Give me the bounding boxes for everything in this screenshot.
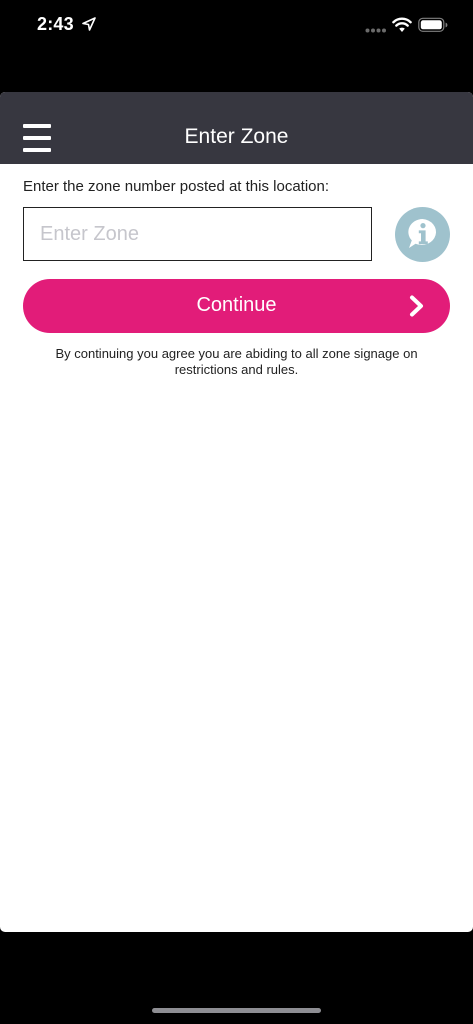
status-time: 2:43 [37,14,74,34]
continue-button[interactable]: Continue [23,279,450,333]
location-arrow-icon [82,17,96,31]
continue-label: Continue [196,294,277,316]
zone-prompt-label: Enter the zone number posted at this loc… [23,178,330,195]
cellular-signal-icon [365,28,386,33]
home-indicator[interactable] [152,1008,321,1013]
status-bar: 2:43 [0,0,473,52]
nav-bar: Enter Zone [0,92,473,164]
zone-input[interactable] [23,207,372,261]
chevron-right-icon [410,295,423,317]
app-card: Enter Zone Enter the zone number posted … [0,92,473,932]
disclaimer-text: By continuing you agree you are abiding … [55,346,418,377]
page-title: Enter Zone [184,125,289,148]
wifi-icon [392,17,412,32]
info-icon[interactable] [395,207,450,262]
battery-icon [418,17,448,32]
